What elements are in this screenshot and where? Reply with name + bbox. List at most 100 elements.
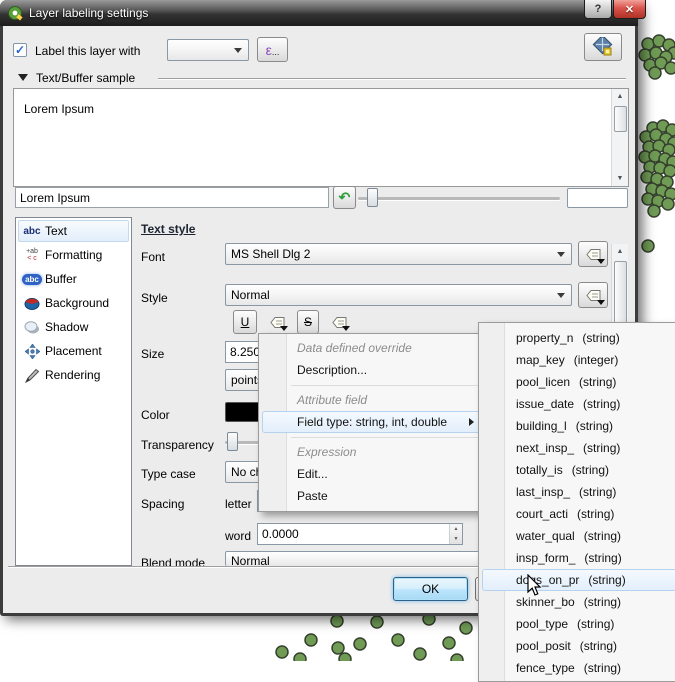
placement-icon [19, 344, 45, 359]
dropdown-arrow-icon [597, 300, 605, 305]
preview-scrollbar[interactable]: ▲ ▼ [611, 89, 628, 186]
settings-sidebar: abc Text +ab < c Formatting abc Buffer B… [15, 217, 132, 566]
field-item-pool_posit[interactable]: pool_posit(string) [482, 635, 675, 657]
attribute-field-submenu: property_n(string) map_key(integer) pool… [478, 322, 675, 682]
field-item-map_key[interactable]: map_key(integer) [482, 349, 675, 371]
spinner-arrows-icon[interactable]: ▲▼ [449, 524, 462, 544]
sample-section-title: Text/Buffer sample [36, 71, 135, 85]
field-item-water_qual[interactable]: water_qual(string) [482, 525, 675, 547]
word-spacing-spinbox[interactable]: 0.0000 ▲▼ [257, 523, 463, 545]
field-item-skinner_bo[interactable]: skinner_bo(string) [482, 591, 675, 613]
dialog-titlebar[interactable]: Layer labeling settings [0, 0, 638, 26]
formatting-icon: +ab < c [19, 248, 45, 262]
background-icon [19, 296, 45, 310]
sidebar-item-label: Placement [45, 344, 102, 358]
sidebar-item-formatting[interactable]: +ab < c Formatting [18, 244, 129, 266]
field-item-dogs_on_pr[interactable]: dogs_on_pr(string) [482, 569, 675, 591]
style-data-defined-button[interactable] [578, 282, 608, 308]
font-label: Font [141, 250, 165, 264]
label-field-combobox[interactable] [167, 39, 249, 61]
sidebar-item-label: Shadow [45, 320, 88, 334]
field-item-property_n[interactable]: property_n(string) [482, 327, 675, 349]
menu-item-description[interactable]: Description... [262, 359, 483, 381]
sidebar-item-rendering[interactable]: Rendering [18, 364, 129, 386]
epsilon-dots: ... [272, 47, 280, 57]
menu-item-field-type[interactable]: Field type: string, int, double [262, 411, 483, 433]
dropdown-arrow-icon [597, 259, 605, 264]
placement-settings-icon [592, 37, 614, 57]
size-value: 8.250 [230, 345, 260, 359]
sample-size-box[interactable] [567, 188, 628, 208]
scroll-down-icon[interactable]: ▼ [617, 171, 624, 186]
field-item-totally_is[interactable]: totally_is(string) [482, 459, 675, 481]
menu-item-field-type-label: Field type: string, int, double [297, 415, 447, 429]
buffer-icon: abc [19, 274, 45, 285]
underline-button[interactable]: U [233, 310, 257, 334]
field-item-insp_form_[interactable]: insp_form_(string) [482, 547, 675, 569]
screenshot-stage: { "window": { "title": "Layer labeling s… [0, 0, 675, 661]
sidebar-item-text[interactable]: abc Text [18, 220, 129, 242]
section-divider [158, 78, 626, 79]
help-button[interactable]: ? [584, 0, 612, 19]
font-combobox[interactable]: MS Shell Dlg 2 [225, 243, 572, 265]
field-item-partial[interactable]: fence_type(string) [482, 657, 675, 679]
style-combobox-value: Normal [231, 288, 270, 302]
field-item-next_insp_[interactable]: next_insp_(string) [482, 437, 675, 459]
rendering-icon [19, 368, 45, 383]
style-combobox[interactable]: Normal [225, 284, 572, 306]
menu-item-edit[interactable]: Edit... [262, 463, 483, 485]
label-layer-checkbox[interactable]: ✓ [13, 43, 27, 57]
sample-size-slider-handle[interactable] [367, 188, 378, 207]
word-spacing-value: 0.0000 [262, 527, 299, 541]
field-item-court_acti[interactable]: court_acti(string) [482, 503, 675, 525]
strikeout-glyph: S [304, 315, 312, 329]
preview-sample-text: Lorem Ipsum [24, 102, 94, 116]
reset-sample-button[interactable]: ↶ [333, 186, 356, 209]
sidebar-item-placement[interactable]: Placement [18, 340, 129, 362]
sidebar-item-shadow[interactable]: Shadow [18, 316, 129, 338]
field-item-last_insp_[interactable]: last_insp_(string) [482, 481, 675, 503]
sidebar-item-label: Background [45, 296, 109, 310]
menu-separator [291, 437, 482, 438]
word-spacing-label: word [225, 529, 251, 543]
field-item-pool_type[interactable]: pool_type(string) [482, 613, 675, 635]
check-icon: ✓ [15, 45, 25, 55]
shadow-icon [19, 320, 45, 334]
preview-scrollbar-thumb[interactable] [614, 106, 627, 132]
strikeout-data-defined-button[interactable] [325, 310, 353, 334]
sidebar-item-buffer[interactable]: abc Buffer [18, 268, 129, 290]
scroll-up-icon[interactable]: ▲ [617, 244, 624, 259]
spacing-label: Spacing [141, 497, 184, 511]
transparency-slider-handle[interactable] [227, 432, 238, 451]
dropdown-arrow-icon [280, 326, 288, 331]
menu-header-attribute-field: Attribute field [262, 389, 483, 411]
menu-item-paste[interactable]: Paste [262, 485, 483, 507]
field-item-issue_date[interactable]: issue_date(string) [482, 393, 675, 415]
sidebar-item-label: Formatting [45, 248, 102, 262]
font-combobox-value: MS Shell Dlg 2 [231, 247, 310, 261]
collapse-arrow-icon[interactable] [18, 74, 28, 81]
ok-button[interactable]: OK [393, 577, 468, 601]
strikeout-button[interactable]: S [297, 310, 319, 334]
sidebar-item-label: Rendering [45, 368, 100, 382]
label-layer-label: Label this layer with [35, 44, 140, 58]
dialog-title: Layer labeling settings [29, 6, 148, 20]
expression-builder-button[interactable]: ε... [257, 37, 288, 62]
sample-text-input[interactable] [15, 187, 329, 208]
sample-size-slider-track[interactable] [358, 197, 560, 200]
transparency-label: Transparency [141, 438, 214, 452]
underline-data-defined-button[interactable] [263, 310, 291, 334]
data-defined-context-menu: Data defined override Description... Att… [258, 333, 487, 512]
close-button[interactable]: ✕ [613, 0, 646, 19]
field-item-building_l[interactable]: building_l(string) [482, 415, 675, 437]
scroll-up-icon[interactable]: ▲ [617, 89, 624, 104]
sidebar-item-label: Text [45, 224, 67, 238]
sidebar-item-label: Buffer [45, 272, 77, 286]
submenu-arrow-icon [469, 418, 474, 426]
field-item-pool_licen[interactable]: pool_licen(string) [482, 371, 675, 393]
style-label: Style [141, 291, 168, 305]
letter-spacing-label: letter [225, 497, 252, 511]
sidebar-item-background[interactable]: Background [18, 292, 129, 314]
font-data-defined-button[interactable] [578, 241, 608, 267]
automated-placement-button[interactable] [584, 33, 622, 61]
